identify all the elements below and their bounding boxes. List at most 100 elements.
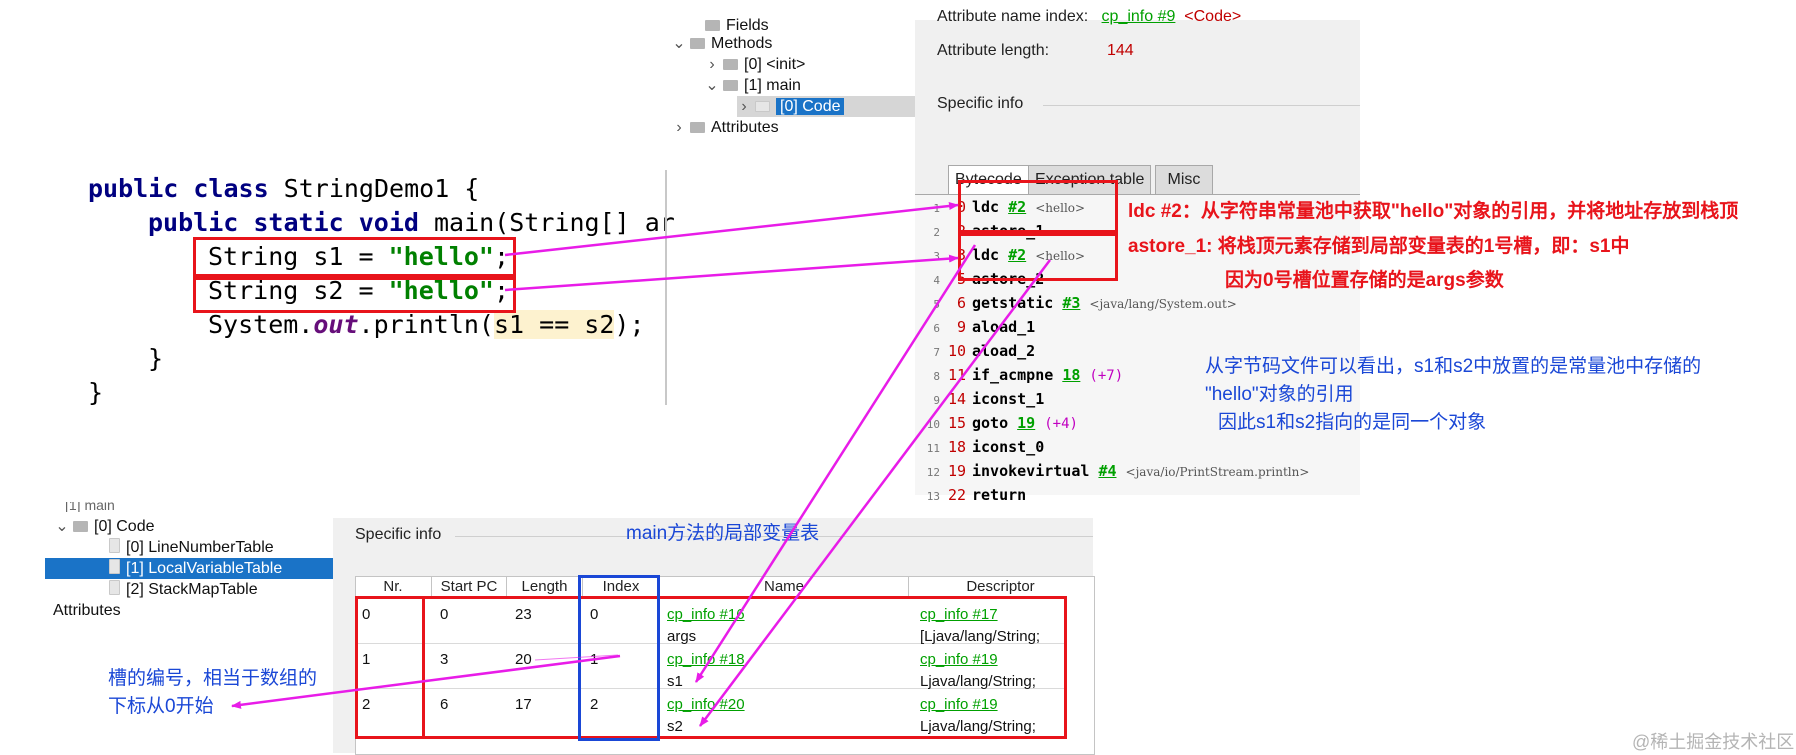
opcode: getstatic bbox=[972, 294, 1054, 312]
chevron-down-icon[interactable]: ⌄ bbox=[55, 516, 69, 537]
file-icon bbox=[109, 559, 120, 574]
pc-offset: 10 bbox=[948, 342, 967, 360]
bytecode-row[interactable]: 9 14 iconst_1 bbox=[915, 387, 1044, 411]
line-number: 1 bbox=[933, 202, 940, 215]
tree-node-attributes[interactable]: Attributes bbox=[53, 600, 121, 621]
pc-offset: 11 bbox=[948, 366, 967, 384]
lvt-rows-box bbox=[355, 596, 1067, 739]
chevron-right-icon[interactable]: › bbox=[672, 117, 686, 138]
bytecode-row[interactable]: 5 6 getstatic #3 <java/lang/System.out> bbox=[915, 291, 1237, 315]
source-box-s1 bbox=[193, 237, 516, 277]
folder-icon bbox=[690, 38, 705, 49]
operand-link[interactable]: #4 bbox=[1098, 462, 1116, 480]
attribute-length-value: 144 bbox=[1107, 42, 1134, 59]
keyword: public static void bbox=[148, 208, 419, 237]
column-header-descriptor[interactable]: Descriptor bbox=[909, 577, 1092, 597]
chevron-right-icon[interactable]: › bbox=[705, 54, 719, 75]
bytecode-row[interactable]: 7 10 aload_2 bbox=[915, 339, 1035, 363]
attribute-name-link[interactable]: cp_info #9 bbox=[1102, 8, 1176, 25]
bytecode-row[interactable]: 12 19 invokevirtual #4 <java/io/PrintStrea… bbox=[915, 459, 1310, 483]
class-tree-top: Fields ⌄ Methods › [0] <init> ⌄ [1] main › [… bbox=[672, 15, 915, 145]
chevron-right-icon[interactable]: › bbox=[737, 96, 751, 117]
annotation-slot-note-2: 下标从0开始 bbox=[108, 696, 214, 717]
code-text: main(String[] ar bbox=[418, 208, 675, 237]
section-divider bbox=[1043, 105, 1360, 106]
operand-comment: <java/lang/System.out> bbox=[1089, 297, 1237, 311]
annotation-astore-reason: 因为0号槽位置存储的是args参数 bbox=[1225, 270, 1504, 291]
line-number: 5 bbox=[933, 298, 940, 311]
folder-icon bbox=[723, 59, 738, 70]
column-header-length[interactable]: Length bbox=[507, 577, 583, 597]
source-line-2: public static void main(String[] ar bbox=[148, 206, 675, 240]
operand-comment: <java/io/PrintStream.println> bbox=[1125, 465, 1310, 479]
line-number: 7 bbox=[933, 346, 940, 359]
line-number: 11 bbox=[926, 442, 940, 455]
tree-node-label: [0] <init> bbox=[744, 56, 806, 73]
bytecode-box-s1 bbox=[958, 180, 1118, 233]
pc-offset: 22 bbox=[948, 486, 967, 504]
line-number: 4 bbox=[933, 274, 940, 287]
folder-icon bbox=[705, 20, 720, 31]
source-box-s2 bbox=[193, 277, 516, 313]
operand-link[interactable]: #3 bbox=[1062, 294, 1080, 312]
bytecode-row[interactable]: 11 18 iconst_0 bbox=[915, 435, 1045, 459]
bytecode-row[interactable]: 6 9 aload_1 bbox=[915, 315, 1035, 339]
pc-offset: 15 bbox=[948, 414, 967, 432]
column-header-nr[interactable]: Nr. bbox=[355, 577, 432, 597]
index-column-box bbox=[578, 575, 660, 741]
nr-column-box bbox=[355, 596, 425, 739]
opcode: iconst_1 bbox=[972, 390, 1045, 408]
tree-node-label-selected: [0] Code bbox=[776, 98, 845, 115]
folder-icon bbox=[690, 122, 705, 133]
tree-node-label: Fields bbox=[726, 17, 769, 34]
tree-node-stack-map-table[interactable]: [2] StackMapTable bbox=[105, 579, 258, 600]
bytecode-row[interactable]: 10 15 goto 19 (+4) bbox=[915, 411, 1078, 435]
tree-node-main[interactable]: ⌄ [1] main bbox=[705, 75, 801, 96]
opcode: aload_2 bbox=[972, 342, 1036, 360]
operand-link[interactable]: 18 bbox=[1062, 366, 1080, 384]
class-tree-bottom: [1] main ⌄ [0] Code [0] LineNumberTable [… bbox=[45, 502, 335, 628]
chevron-down-icon[interactable]: ⌄ bbox=[672, 33, 686, 54]
tree-node-code[interactable]: › [0] Code bbox=[737, 96, 915, 117]
annotation-bytecode-note-3: 因此s1和s2指向的是同一个对象 bbox=[1218, 412, 1487, 433]
tree-node-attributes[interactable]: › Attributes bbox=[672, 117, 779, 138]
tree-node-label: Methods bbox=[711, 35, 773, 52]
static-field: out bbox=[313, 310, 359, 339]
tree-node-line-number-table[interactable]: [0] LineNumberTable bbox=[105, 537, 274, 558]
line-number: 6 bbox=[933, 322, 940, 335]
column-header-name[interactable]: Name bbox=[660, 577, 909, 597]
tree-node-init[interactable]: › [0] <init> bbox=[705, 54, 805, 75]
operand-link[interactable]: 19 bbox=[1017, 414, 1035, 432]
code-text: StringDemo1 { bbox=[268, 174, 480, 203]
highlighted-expression: s1 == s2 bbox=[493, 310, 615, 339]
opcode: if_acmpne bbox=[972, 366, 1054, 384]
line-number: 3 bbox=[933, 250, 940, 263]
watermark: @稀土掘金技术社区 bbox=[1632, 732, 1795, 752]
opcode: aload_1 bbox=[972, 318, 1036, 336]
pc-offset: 14 bbox=[948, 390, 967, 408]
annotation-ldc: ldc #2：从字符串常量池中获取"hello"对象的引用，并将地址存放到栈顶 bbox=[1128, 201, 1739, 222]
source-line-1: public class StringDemo1 { bbox=[88, 172, 479, 206]
code-text: .println( bbox=[358, 310, 494, 339]
bytecode-row[interactable]: 8 11 if_acmpne 18 (+7) bbox=[915, 363, 1123, 387]
tree-node-local-variable-table[interactable]: [1] LocalVariableTable bbox=[45, 558, 335, 579]
folder-icon bbox=[723, 80, 738, 91]
file-icon bbox=[109, 580, 120, 595]
branch-offset: (+4) bbox=[1044, 416, 1078, 432]
folder-icon bbox=[755, 101, 770, 112]
pc-offset: 18 bbox=[948, 438, 967, 456]
chevron-down-icon[interactable]: ⌄ bbox=[705, 75, 719, 96]
tab-misc[interactable]: Misc bbox=[1155, 165, 1213, 195]
tree-node-methods[interactable]: ⌄ Methods bbox=[672, 33, 772, 54]
column-header-start-pc[interactable]: Start PC bbox=[432, 577, 507, 597]
source-line-5: System.out.println(s1 == s2); bbox=[208, 308, 645, 342]
source-line-6: } bbox=[148, 344, 164, 373]
tree-node-code[interactable]: ⌄ [0] Code bbox=[55, 516, 154, 537]
tree-node-main-partial: [1] main bbox=[65, 502, 115, 512]
tree-node-label: Attributes bbox=[711, 119, 779, 136]
attribute-name-label: Attribute name index: bbox=[937, 8, 1089, 25]
opcode: return bbox=[972, 486, 1027, 504]
bytecode-row[interactable]: 13 22 return bbox=[915, 483, 1026, 507]
attribute-name-extra: <Code> bbox=[1184, 8, 1242, 25]
opcode: goto bbox=[972, 414, 1009, 432]
